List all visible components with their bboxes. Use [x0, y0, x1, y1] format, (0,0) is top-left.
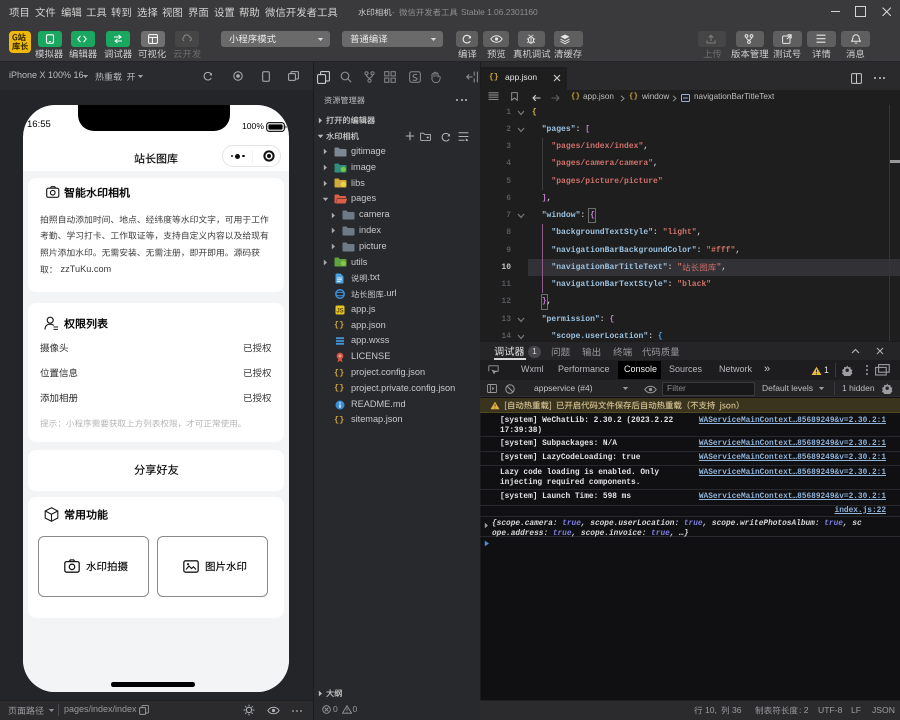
svg-text:JS: JS — [336, 308, 343, 314]
